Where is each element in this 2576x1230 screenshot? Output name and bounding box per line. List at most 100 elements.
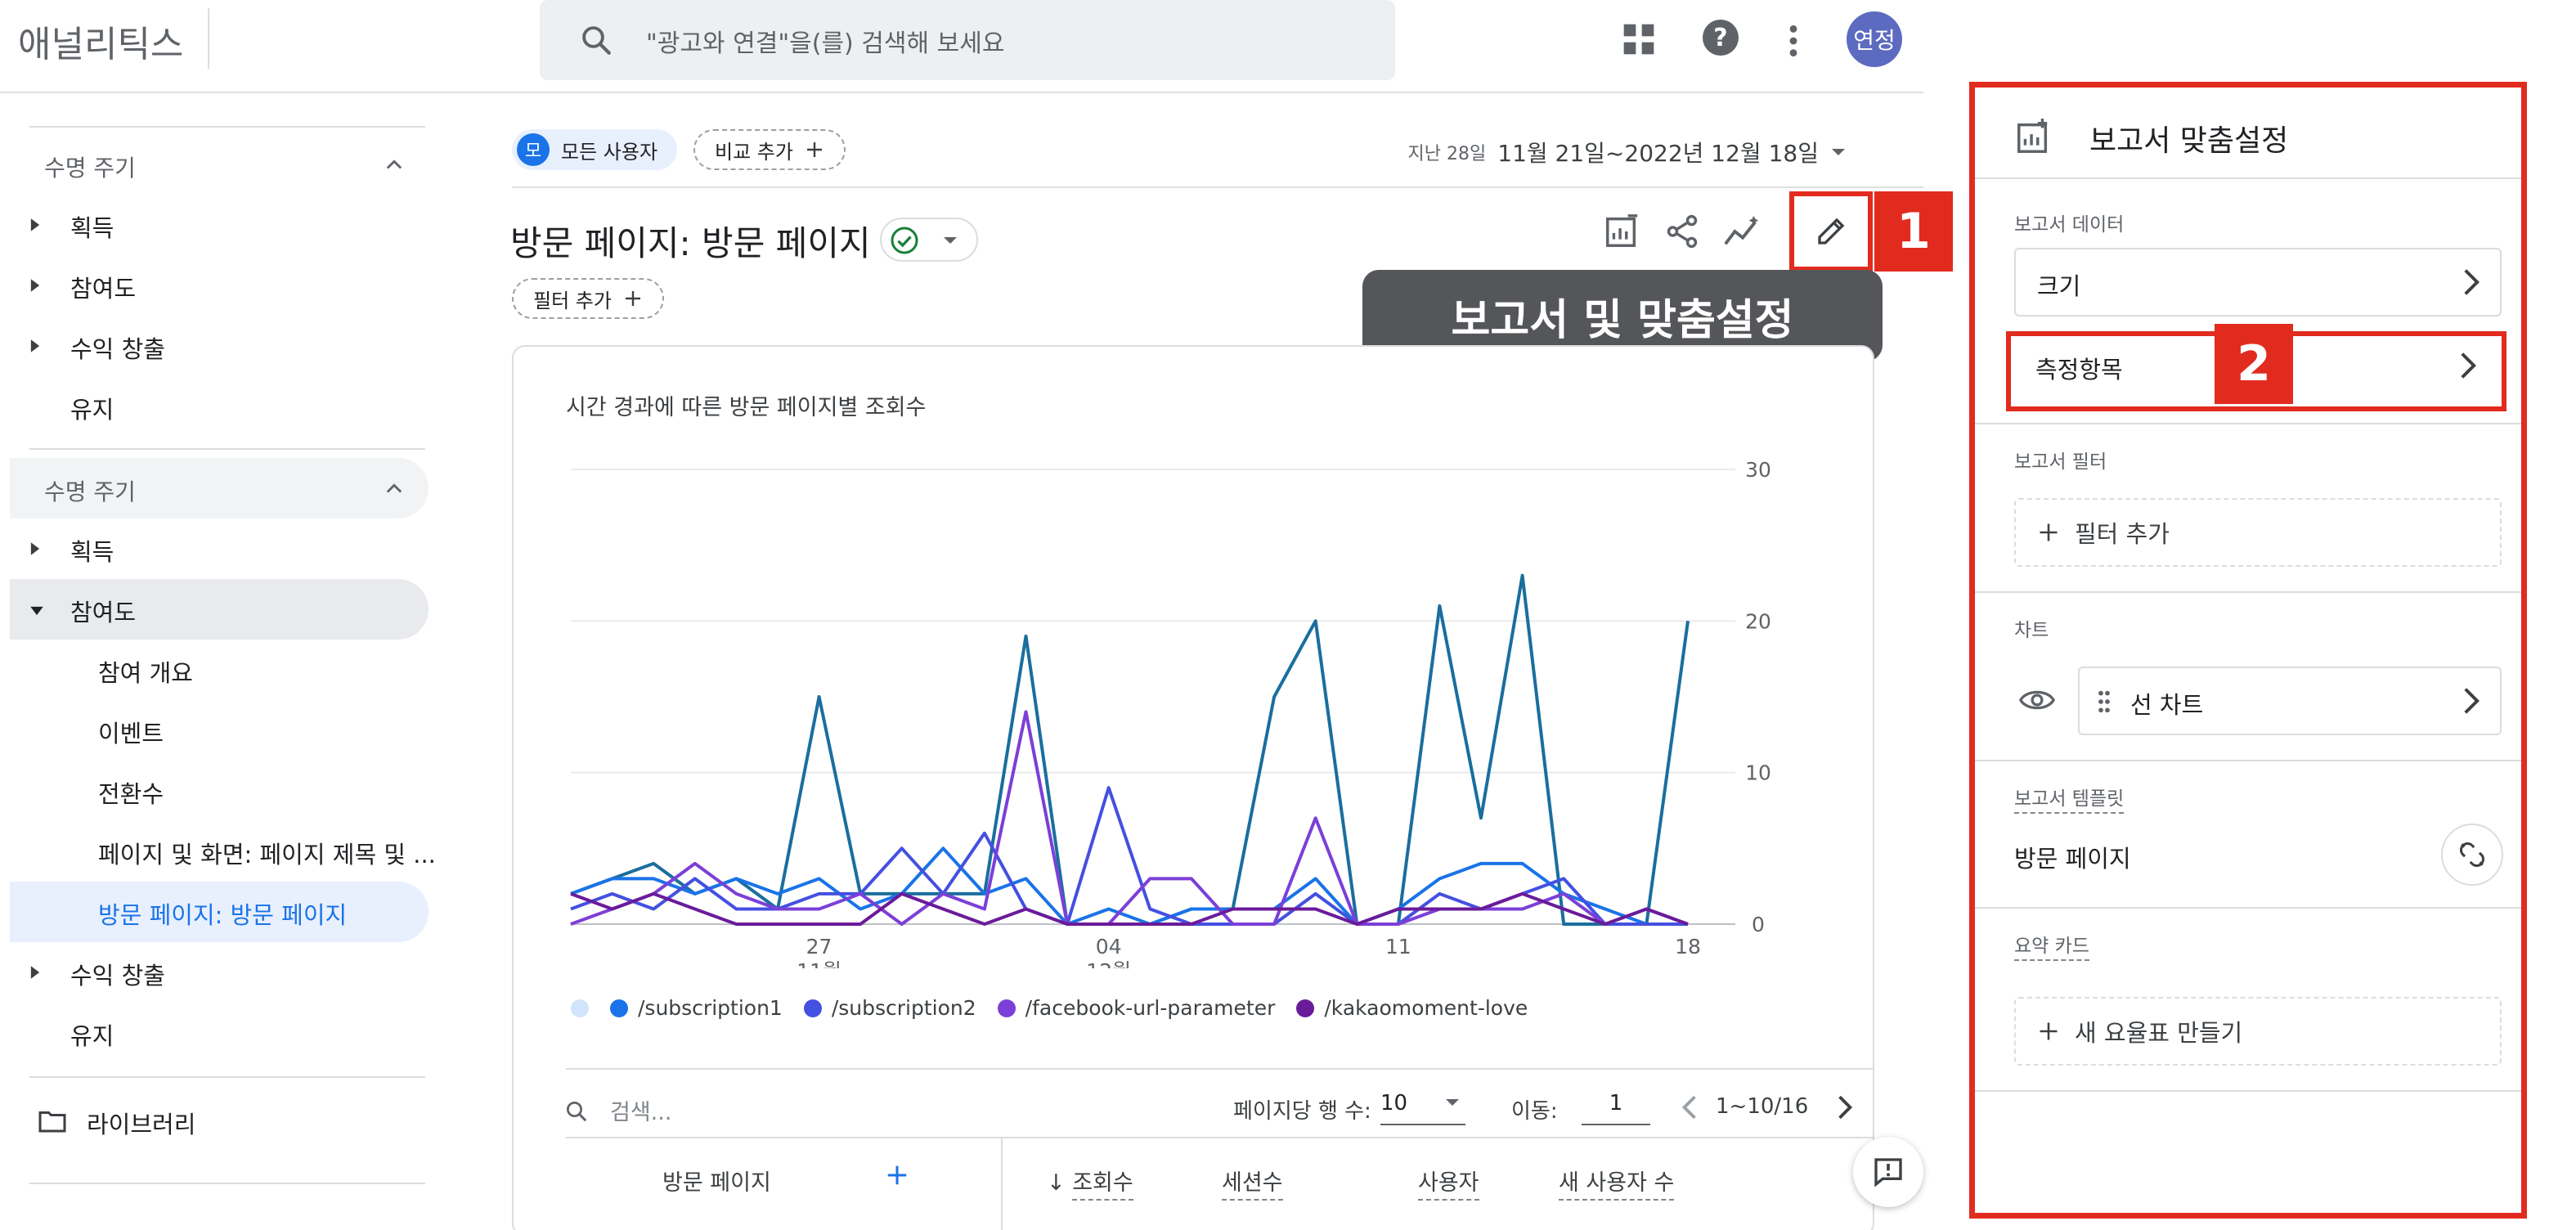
pencil-icon	[1814, 214, 1848, 249]
legend-item[interactable]	[571, 999, 589, 1017]
sidebar-item-acquisition-2[interactable]: 획득	[10, 518, 429, 579]
sidebar-divider	[29, 448, 425, 450]
y-tick-label: 0	[1752, 913, 1765, 936]
visibility-eye-icon[interactable]	[2019, 688, 2055, 712]
customize-report-icon	[2014, 119, 2052, 156]
column-header-label: 새 사용자 수	[1559, 1170, 1675, 1201]
x-tick-label: 27	[806, 935, 832, 958]
caret-down-icon	[29, 605, 44, 617]
sidebar-item-monetization-2[interactable]: 수익 창출	[10, 942, 429, 1003]
chevron-left-icon[interactable]	[1681, 1094, 1698, 1120]
search-input[interactable]: "광고와 연결"을(를) 검색해 보세요	[540, 0, 1395, 80]
plus-icon	[2037, 1020, 2060, 1043]
sidebar-divider	[29, 126, 425, 128]
add-report-filter-button[interactable]: 필터 추가	[2014, 498, 2502, 567]
summary-card-label-text: 요약 카드	[2014, 936, 2089, 961]
legend-dot	[1296, 999, 1315, 1017]
column-header-sessions[interactable]: 세션수	[1222, 1165, 1283, 1201]
sidebar-item-label: 이벤트	[98, 720, 164, 747]
status-dropdown[interactable]	[880, 218, 978, 262]
sort-arrow-icon: ↓	[1047, 1170, 1066, 1196]
sidebar-section-lifecycle-2[interactable]: 수명 주기	[10, 458, 429, 518]
legend-item[interactable]: /subscription1	[610, 996, 783, 1020]
more-vert-icon[interactable]	[1786, 23, 1801, 59]
section-label-summary-cards: 요약 카드	[2014, 930, 2089, 961]
panel-divider	[1975, 177, 2521, 179]
search-placeholder: "광고와 연결"을(를) 검색해 보세요	[646, 29, 1005, 58]
sidebar-item-engagement-1[interactable]: 참여도	[10, 255, 429, 316]
sidebar-item-conversions[interactable]: 전환수	[10, 761, 429, 821]
column-header-landing-page[interactable]: 방문 페이지	[662, 1165, 771, 1196]
app-title[interactable]: 애널리틱스	[18, 15, 183, 67]
help-icon[interactable]: ?	[1701, 18, 1740, 57]
sidebar-item-acquisition-1[interactable]: 획득	[10, 195, 429, 255]
sidebar-item-label: 유지	[70, 1022, 114, 1050]
table-search-input[interactable]: 검색...	[610, 1094, 671, 1126]
create-summary-card-button[interactable]: 새 요율표 만들기	[2014, 997, 2502, 1066]
add-comparison-button[interactable]: 비교 추가	[693, 129, 846, 170]
chip-initial: 모	[517, 133, 550, 166]
feedback-icon	[1872, 1156, 1905, 1188]
date-range-text: 11월 21일~2022년 12월 18일	[1497, 140, 1819, 167]
sidebar-item-label: 수익 창출	[70, 962, 165, 990]
sidebar-section-label: 수명 주기	[44, 155, 136, 182]
feedback-button[interactable]	[1853, 1137, 1923, 1207]
column-header-label: 사용자	[1418, 1170, 1479, 1201]
rows-per-page-select[interactable]: 10	[1380, 1083, 1465, 1125]
avatar[interactable]: 연정	[1847, 11, 1902, 67]
legend-item[interactable]: /facebook-url-parameter	[997, 996, 1275, 1020]
sidebar-item-library[interactable]: 라이브러리	[10, 1091, 429, 1151]
column-header-users[interactable]: 사용자	[1418, 1165, 1479, 1201]
dimensions-label: 크기	[2037, 272, 2081, 300]
sidebar-item-label: 방문 페이지: 방문 페이지	[98, 901, 348, 929]
page-title: 방문 페이지: 방문 페이지	[510, 223, 871, 263]
dropdown-arrow-icon	[942, 236, 958, 245]
sidebar-item-engagement-2[interactable]: 참여도	[10, 579, 429, 640]
customize-chart-icon[interactable]	[1603, 213, 1640, 250]
sidebar-item-retention-2[interactable]: 유지	[10, 1003, 429, 1063]
legend-dot	[997, 999, 1016, 1017]
sidebar-item-events[interactable]: 이벤트	[10, 700, 429, 761]
legend-item[interactable]: /subscription2	[803, 996, 976, 1020]
customize-report-panel: 보고서 맞춤설정 보고서 데이터 크기 측정항목 보고서 필터 필터 추가 차트…	[1969, 82, 2527, 1219]
goto-page-input[interactable]: 1	[1582, 1083, 1650, 1125]
title-divider	[208, 8, 209, 69]
rows-per-page-value: 10	[1380, 1091, 1408, 1116]
panel-divider	[1975, 907, 2521, 909]
sidebar-item-label: 페이지 및 화면: 페이지 제목 및 ...	[98, 841, 436, 869]
search-icon	[579, 23, 613, 57]
chevron-up-icon	[383, 154, 406, 177]
sidebar-item-landing-page[interactable]: 방문 페이지: 방문 페이지	[10, 882, 429, 942]
date-range-picker[interactable]: 지난 28일 11월 21일~2022년 12월 18일	[1408, 136, 1847, 168]
sidebar-item-pages-screens[interactable]: 페이지 및 화면: 페이지 제목 및 ...	[10, 821, 436, 882]
panel-divider	[1975, 591, 2521, 593]
chevron-right-icon[interactable]	[1837, 1094, 1853, 1120]
edit-report-button[interactable]	[1789, 191, 1873, 272]
create-summary-label: 새 요율표 만들기	[2075, 1019, 2243, 1047]
apps-grid-icon[interactable]	[1621, 21, 1657, 57]
sidebar: 수명 주기 획득 참여도 수익 창출 유지 수명 주기 획득 참여도 참여 개요…	[0, 95, 442, 1230]
insights-icon[interactable]	[1722, 213, 1763, 250]
comparison-chip-all-users[interactable]: 모 모든 사용자	[512, 129, 678, 170]
caret-right-icon	[29, 218, 41, 232]
column-header-new-users[interactable]: 새 사용자 수	[1559, 1165, 1675, 1201]
panel-divider	[1975, 423, 2521, 424]
legend-item[interactable]: /kakaomoment-love	[1296, 996, 1528, 1020]
unlink-template-button[interactable]	[2441, 824, 2503, 886]
share-icon[interactable]	[1663, 213, 1701, 250]
add-filter-button[interactable]: 필터 추가	[512, 278, 664, 319]
main-content: 모 모든 사용자 비교 추가 지난 28일 11월 21일~2022년 12월 …	[458, 95, 1953, 1230]
date-range-prefix: 지난 28일	[1407, 144, 1487, 164]
plus-icon	[805, 140, 824, 159]
add-dimension-icon[interactable]	[885, 1163, 909, 1187]
chart-type-row[interactable]: 선 차트	[2078, 667, 2502, 735]
top-app-bar: 애널리틱스 "광고와 연결"을(를) 검색해 보세요 ? 연정	[0, 0, 1923, 93]
dimensions-row[interactable]: 크기	[2014, 248, 2502, 316]
sidebar-item-monetization-1[interactable]: 수익 창출	[10, 316, 429, 376]
column-header-views[interactable]: ↓ 조회수	[1047, 1165, 1133, 1201]
chevron-right-icon	[2462, 686, 2480, 716]
sidebar-item-label: 참여도	[70, 275, 137, 303]
sidebar-section-lifecycle-1[interactable]: 수명 주기	[10, 134, 429, 195]
sidebar-item-engagement-overview[interactable]: 참여 개요	[10, 640, 429, 700]
sidebar-item-retention-1[interactable]: 유지	[10, 376, 429, 437]
